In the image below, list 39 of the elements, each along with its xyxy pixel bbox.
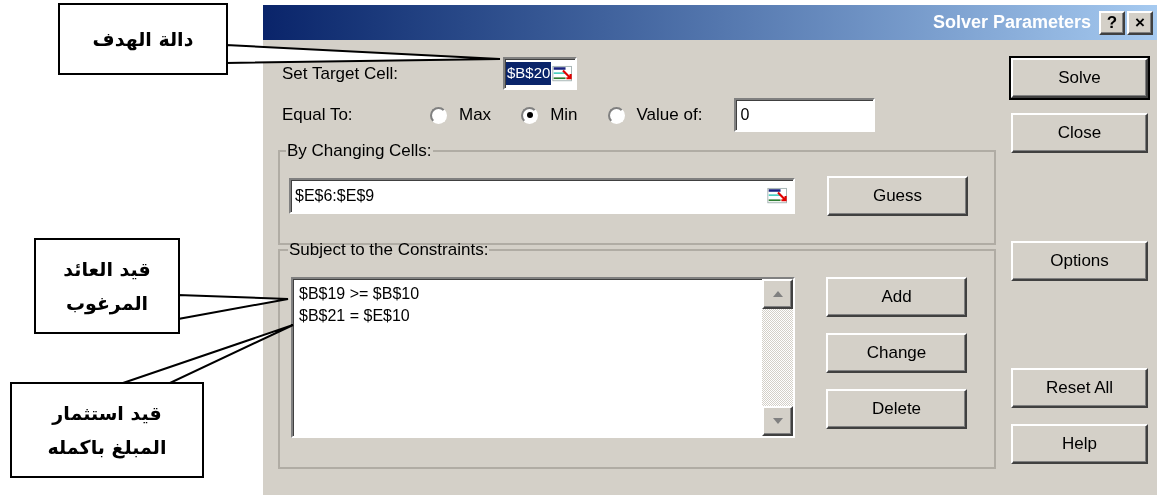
dialog-button[interactable]: Reset All <box>1011 368 1148 408</box>
cell-picker-icon[interactable] <box>552 64 574 83</box>
close-button[interactable]: × <box>1127 10 1153 35</box>
list-item[interactable]: $B$21 = $E$10 <box>299 304 762 327</box>
field-value: $E$6:$E$9 <box>295 185 375 206</box>
dialog-button[interactable]: Options <box>1011 241 1148 281</box>
dialog-button[interactable]: Close <box>1011 113 1148 153</box>
down-arrow-icon <box>772 417 783 424</box>
cell-picker-icon[interactable] <box>767 186 789 205</box>
scroll-up-button[interactable] <box>762 278 793 309</box>
group-label: Subject to the Constraints: <box>288 239 490 261</box>
list-item[interactable]: $B$19 >= $B$10 <box>299 282 762 305</box>
input-field[interactable]: $B$20 <box>503 57 577 90</box>
radio-button[interactable] <box>430 106 447 124</box>
dialog-button[interactable]: Guess <box>827 175 968 216</box>
callout-label: دالة الهدف <box>58 3 228 75</box>
dialog-button[interactable]: Change <box>826 332 967 373</box>
help-button[interactable]: ? <box>1099 10 1125 35</box>
radio-button[interactable] <box>521 106 539 124</box>
field-value: $B$20 <box>506 62 552 85</box>
input-field[interactable]: 0 <box>734 98 876 132</box>
dialog-button[interactable]: Help <box>1011 424 1148 464</box>
input-field[interactable]: $E$6:$E$9 <box>289 177 795 214</box>
radio-button[interactable] <box>607 106 625 124</box>
dialog-button[interactable]: Delete <box>826 388 967 429</box>
field-label: Set Target Cell: <box>282 62 399 85</box>
dialog-button[interactable]: Solve <box>1011 58 1148 98</box>
radio-label: Min <box>550 104 578 127</box>
constraint-list[interactable]: $B$19 >= $B$10 $B$21 = $E$10 <box>291 276 795 438</box>
dialog-button[interactable]: Add <box>826 276 967 317</box>
callout-label: قيد استثمار المبلغ باكمله <box>10 382 204 478</box>
radio-label: Value of: <box>636 104 703 127</box>
field-label: Equal To: <box>282 104 354 127</box>
radio-label: Max <box>459 104 492 127</box>
window-title: Solver Parameters <box>932 11 1091 34</box>
group-label: By Changing Cells: <box>286 140 433 162</box>
up-arrow-icon <box>772 290 783 297</box>
callout-label: قيد العائد المرغوب <box>34 238 180 334</box>
scroll-down-button[interactable] <box>762 405 793 436</box>
